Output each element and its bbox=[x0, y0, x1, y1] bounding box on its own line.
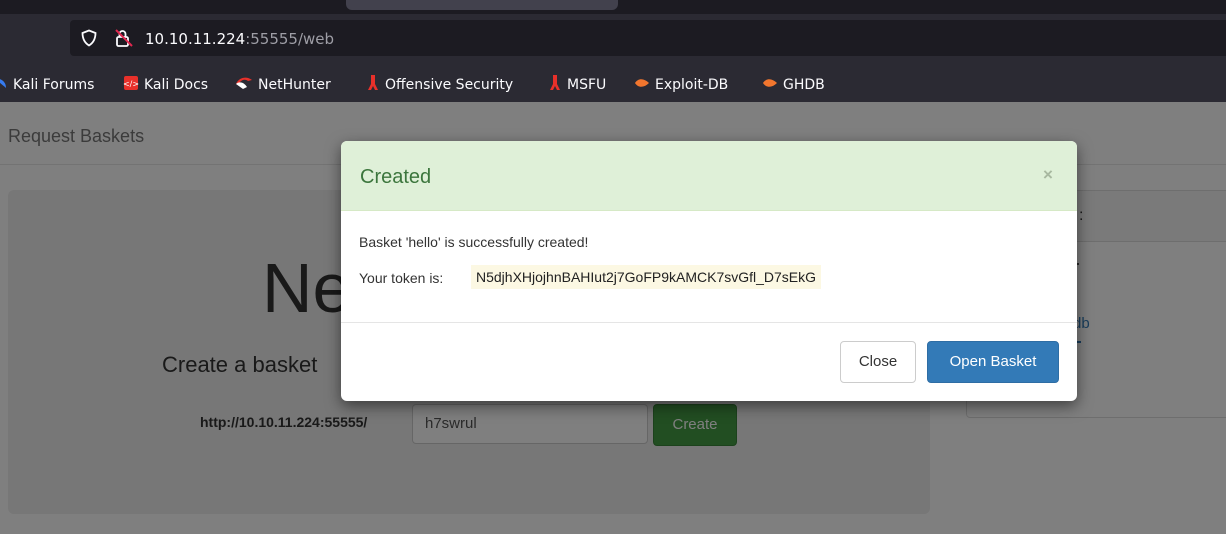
success-message: Basket 'hello' is successfully created! bbox=[359, 234, 589, 250]
bookmark-kali-forums[interactable]: Kali Forums bbox=[0, 76, 94, 94]
token-label: Your token is: bbox=[359, 270, 444, 286]
kali-docs-icon: </> bbox=[123, 75, 139, 95]
bookmark-label: Offensive Security bbox=[385, 77, 514, 93]
exploitdb-icon bbox=[634, 77, 650, 93]
url-path: :55555/web bbox=[245, 30, 335, 48]
bookmark-exploit-db[interactable]: Exploit-DB bbox=[634, 76, 728, 94]
svg-text:</>: </> bbox=[123, 80, 139, 89]
close-icon[interactable]: × bbox=[1043, 165, 1053, 185]
kali-dragon-icon bbox=[0, 76, 8, 94]
modal-title: Created bbox=[360, 166, 432, 188]
token-value[interactable]: N5djhXHjojhnBAHIut2j7GoFP9kAMCK7svGfl_D7… bbox=[471, 265, 822, 289]
bookmark-kali-docs[interactable]: </> Kali Docs bbox=[123, 76, 208, 94]
browser-tab-strip bbox=[0, 0, 1226, 14]
bookmark-label: NetHunter bbox=[258, 77, 331, 93]
address-bar[interactable]: 10.10.11.224:55555/web bbox=[70, 20, 1226, 56]
offsec-icon bbox=[366, 74, 380, 96]
tracking-shield-icon[interactable] bbox=[80, 29, 98, 52]
url-text[interactable]: 10.10.11.224:55555/web bbox=[145, 30, 334, 48]
offsec-icon bbox=[548, 74, 562, 96]
bookmark-label: Exploit-DB bbox=[655, 77, 729, 93]
bookmarks-toolbar: Kali Forums </> Kali Docs NetHunter Offe… bbox=[0, 68, 1226, 102]
bookmark-label: Kali Forums bbox=[13, 77, 95, 93]
bookmark-label: GHDB bbox=[783, 77, 825, 93]
modal-header: Created × bbox=[341, 141, 1077, 211]
url-host: 10.10.11.224 bbox=[145, 30, 246, 48]
insecure-lock-icon[interactable] bbox=[114, 28, 134, 53]
nethunter-icon bbox=[235, 75, 253, 95]
bookmark-label: Kali Docs bbox=[144, 77, 209, 93]
browser-tab[interactable] bbox=[346, 0, 618, 10]
bookmark-ghdb[interactable]: GHDB bbox=[762, 76, 825, 94]
open-basket-button[interactable]: Open Basket bbox=[927, 341, 1059, 383]
bookmark-label: MSFU bbox=[567, 77, 607, 93]
modal-footer-divider bbox=[341, 322, 1077, 323]
bookmark-msfu[interactable]: MSFU bbox=[548, 74, 607, 96]
exploitdb-icon bbox=[762, 77, 778, 93]
bookmark-nethunter[interactable]: NetHunter bbox=[235, 76, 331, 94]
close-button[interactable]: Close bbox=[840, 341, 916, 383]
bookmark-offensive-security[interactable]: Offensive Security bbox=[366, 74, 514, 96]
basket-created-modal: Created × Basket 'hello' is successfully… bbox=[341, 141, 1077, 401]
